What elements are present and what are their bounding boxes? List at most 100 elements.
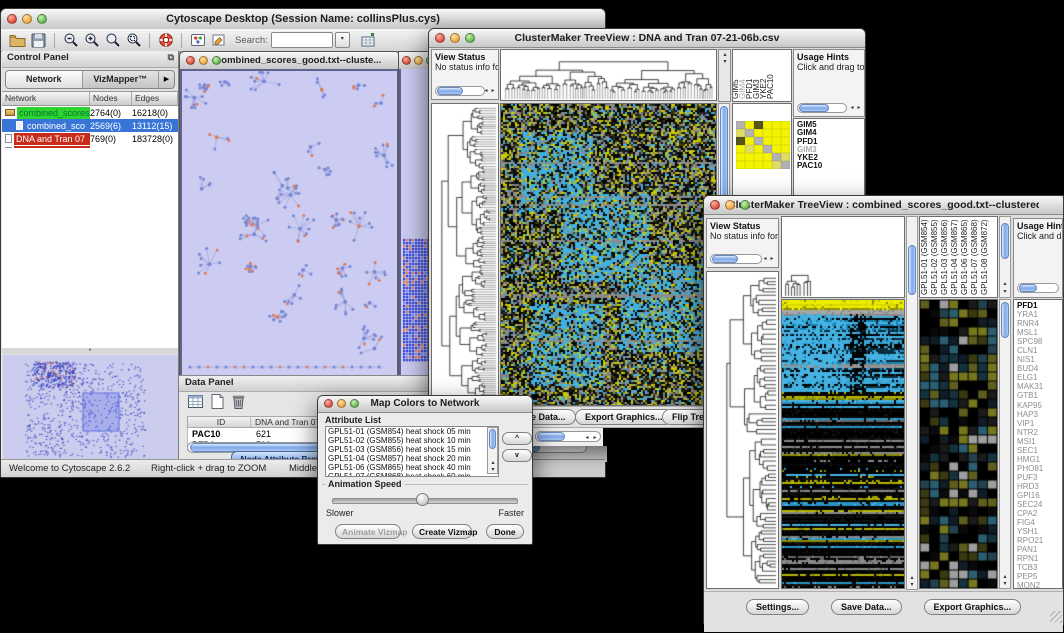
float-panel-icon[interactable]: ⧉ xyxy=(168,52,174,63)
scroll-down-icon[interactable]: ▾ xyxy=(908,582,916,588)
column-label[interactable]: PAC10 xyxy=(767,74,775,99)
correlation-matrix[interactable] xyxy=(736,121,790,169)
gene-label[interactable]: SEC1 xyxy=(1017,446,1062,455)
matrix-cell[interactable] xyxy=(772,121,781,129)
gene-label[interactable]: HRD3 xyxy=(1017,482,1062,491)
birdseye-view-canvas[interactable] xyxy=(3,355,178,461)
close-icon[interactable] xyxy=(324,399,333,408)
usage-hints-hscrollbar[interactable] xyxy=(1017,283,1059,293)
attribute-list-item[interactable]: GPL51-06 (GSM865) heat shock 40 min xyxy=(326,463,498,472)
column-dendrogram-canvas[interactable] xyxy=(501,50,716,100)
main-titlebar[interactable]: Cytoscape Desktop (Session Name: collins… xyxy=(1,9,605,30)
close-icon[interactable] xyxy=(7,14,17,24)
gene-label[interactable]: PEP5 xyxy=(1017,572,1062,581)
matrix-cell[interactable] xyxy=(763,161,772,169)
scroll-up-icon[interactable]: ▴ xyxy=(1001,574,1009,580)
scrollbar-thumb[interactable] xyxy=(489,429,496,449)
new-attribute-icon[interactable] xyxy=(210,393,225,410)
row-dendrogram-canvas[interactable] xyxy=(432,104,498,405)
minimize-icon[interactable] xyxy=(199,56,208,65)
gene-label[interactable]: PAN1 xyxy=(1017,545,1062,554)
matrix-cell[interactable] xyxy=(781,121,790,129)
matrix-cell[interactable] xyxy=(754,121,763,129)
dendrogram-vscrollbar[interactable]: ▴ ▾ xyxy=(906,216,918,590)
labels-vscrollbar[interactable]: ▴ ▾ xyxy=(999,216,1011,298)
gene-label[interactable]: YSH1 xyxy=(1017,527,1062,536)
gene-label[interactable]: PFD1 xyxy=(1017,301,1062,310)
network-row[interactable]: combined_scores 2764(0) 16218(0) xyxy=(2,106,178,119)
matrix-cell[interactable] xyxy=(763,153,772,161)
matrix-cell[interactable] xyxy=(754,153,763,161)
close-icon[interactable] xyxy=(186,56,195,65)
matrix-cell[interactable] xyxy=(754,145,763,153)
zoom-window-icon[interactable] xyxy=(740,200,750,210)
treeview-button[interactable]: Export Graphics... xyxy=(924,599,1022,615)
scrollbar-thumb[interactable] xyxy=(712,255,738,263)
gene-label[interactable]: SEC24 xyxy=(1017,500,1062,509)
matrix-cell[interactable] xyxy=(754,137,763,145)
zoom-fit-icon[interactable] xyxy=(102,31,123,50)
zoom-window-icon[interactable] xyxy=(37,14,47,24)
gene-label[interactable]: PUF3 xyxy=(1017,473,1062,482)
column-label[interactable]: GPL51-06 (GSM865) xyxy=(961,219,969,295)
gene-label[interactable]: TCB3 xyxy=(1017,563,1062,572)
gene-label[interactable]: NIS1 xyxy=(1017,355,1062,364)
scrollbar-thumb[interactable] xyxy=(908,245,916,295)
gene-label[interactable]: RPO21 xyxy=(1017,536,1062,545)
matrix-cell[interactable] xyxy=(754,129,763,137)
scroll-up-icon[interactable]: ▴ xyxy=(489,460,497,466)
scroll-up-icon[interactable]: ▴ xyxy=(721,52,729,58)
matrix-cell[interactable] xyxy=(736,161,745,169)
matrix-cell[interactable] xyxy=(772,161,781,169)
matrix-cell[interactable] xyxy=(763,137,772,145)
import-table-icon[interactable] xyxy=(358,31,379,50)
gene-label[interactable]: YRA1 xyxy=(1017,310,1062,319)
column-label[interactable]: GPL51-04 (GSM857) xyxy=(951,219,959,295)
search-dropdown-icon[interactable]: ▾ xyxy=(335,32,350,48)
attribute-list-item[interactable]: GPL51-03 (GSM856) heat shock 15 min xyxy=(326,445,498,454)
slider-handle[interactable] xyxy=(416,493,429,506)
gene-label[interactable]: HAP3 xyxy=(1017,410,1062,419)
panel-divider-handle[interactable]: ● xyxy=(2,348,178,354)
network-row[interactable]: DNA and Tran 07 769(0) 183728(0) xyxy=(2,132,178,145)
treeview1-titlebar[interactable]: ClusterMaker TreeView : DNA and Tran 07-… xyxy=(429,29,865,48)
scrollbar-thumb[interactable] xyxy=(1019,284,1037,292)
close-icon[interactable] xyxy=(435,33,445,43)
matrix-cell[interactable] xyxy=(736,137,745,145)
zoom-window-icon[interactable] xyxy=(465,33,475,43)
gene-label[interactable]: HMG1 xyxy=(1017,455,1062,464)
gene-label[interactable]: CLN1 xyxy=(1017,346,1062,355)
gene-label[interactable]: PHO81 xyxy=(1017,464,1062,473)
scroll-down-icon[interactable]: ▾ xyxy=(1001,581,1009,587)
move-down-button[interactable]: v xyxy=(502,449,532,462)
gene-label[interactable]: GPI16 xyxy=(1017,491,1062,500)
control-panel-tab[interactable]: VizMapper™ xyxy=(83,71,160,88)
scrollbar-thumb[interactable] xyxy=(437,87,463,95)
scroll-down-icon[interactable]: ▾ xyxy=(721,59,729,65)
resize-grip[interactable] xyxy=(1050,611,1062,623)
gene-label[interactable]: MSL1 xyxy=(1017,328,1062,337)
attribute-list-item[interactable]: GPL51-01 (GSM854) heat shock 05 min xyxy=(326,427,498,436)
scrollbar-thumb[interactable] xyxy=(1001,223,1009,259)
matrix-cell[interactable] xyxy=(736,121,745,129)
column-label[interactable]: GPL51-01 (GSM854) xyxy=(921,219,929,295)
gene-label[interactable]: FIG4 xyxy=(1017,518,1062,527)
matrix-cell[interactable] xyxy=(763,129,772,137)
scroll-down-icon[interactable]: ▾ xyxy=(489,467,497,473)
scrollbar-thumb[interactable] xyxy=(537,432,565,441)
column-header[interactable]: Network xyxy=(2,92,90,105)
search-input[interactable] xyxy=(271,32,333,48)
treeview-button[interactable]: Settings... xyxy=(746,599,809,615)
network-row[interactable]: combined_sco 2569(6) 13112(15) xyxy=(2,119,178,132)
save-session-button[interactable] xyxy=(28,31,49,50)
gene-label[interactable]: RPN1 xyxy=(1017,554,1062,563)
control-panel-tab[interactable]: Network xyxy=(6,71,83,88)
matrix-cell[interactable] xyxy=(745,137,754,145)
matrix-cell[interactable] xyxy=(763,121,772,129)
matrix-cell[interactable] xyxy=(781,137,790,145)
gene-label[interactable]: NTR2 xyxy=(1017,428,1062,437)
scroll-up-icon[interactable]: ▴ xyxy=(908,575,916,581)
matrix-cell[interactable] xyxy=(763,145,772,153)
matrix-cell[interactable] xyxy=(781,153,790,161)
row-dendrogram-canvas[interactable] xyxy=(707,272,778,588)
